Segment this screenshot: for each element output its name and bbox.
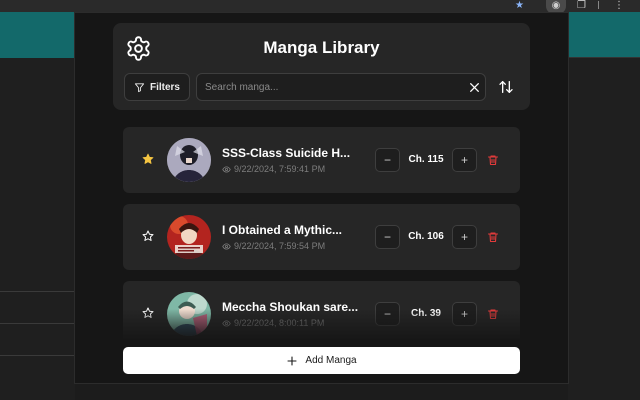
search-box (196, 73, 486, 101)
star-filled-icon (142, 153, 154, 164)
star-outline-icon (142, 230, 154, 241)
eye-icon (222, 243, 231, 250)
background-header-left (0, 12, 75, 58)
background-page-left (0, 58, 75, 400)
background-page-right (568, 58, 640, 400)
page-title: Manga Library (263, 38, 380, 57)
background-divider (0, 291, 75, 292)
manga-title: SSS-Class Suicide H... (222, 146, 351, 160)
sort-arrows-icon (499, 81, 513, 93)
trash-icon (487, 309, 499, 320)
favorite-button[interactable] (141, 229, 155, 243)
chapter-count: Ch. 39 (410, 308, 441, 319)
last-read-date: 9/22/2024, 7:59:41 PM (234, 164, 326, 174)
manga-cover (167, 292, 211, 336)
background-divider (0, 323, 75, 324)
background-header-right (568, 12, 640, 58)
more-icon[interactable]: ⋮ (614, 0, 624, 12)
favorite-button[interactable] (141, 306, 155, 320)
bookmark-star-icon[interactable]: ★ (515, 0, 524, 12)
browser-toolbar: ★ ◉ ❐ ⋮ (0, 0, 640, 14)
filters-button[interactable]: Filters (124, 73, 190, 101)
trash-icon (487, 155, 499, 166)
add-manga-button[interactable]: Add Manga (123, 347, 520, 374)
plus-icon (287, 355, 297, 366)
last-read-time: 9/22/2024, 7:59:41 PM (222, 164, 325, 175)
eye-icon (222, 166, 231, 173)
last-read-time: 9/22/2024, 8:00:11 PM (222, 318, 324, 329)
decrement-chapter-button[interactable]: − (375, 225, 400, 249)
manga-item[interactable]: Meccha Shoukan sare... 9/22/2024, 8:00:1… (123, 281, 520, 339)
last-read-date: 9/22/2024, 7:59:54 PM (234, 241, 326, 251)
increment-chapter-button[interactable]: + (452, 302, 477, 326)
delete-button[interactable] (485, 152, 501, 168)
background-divider (568, 57, 640, 58)
eye-icon (222, 320, 231, 327)
trash-icon (487, 232, 499, 243)
manga-library-popup: Manga Library Filters Search manga... SS… (74, 12, 569, 384)
search-input[interactable] (205, 74, 460, 100)
manga-title: I Obtained a Mythic... (222, 223, 343, 237)
last-read-time: 9/22/2024, 7:59:54 PM (222, 241, 325, 252)
manga-item[interactable]: SSS-Class Suicide H... 9/22/2024, 7:59:4… (123, 127, 520, 193)
clear-search-button[interactable] (465, 78, 483, 96)
add-manga-label: Add Manga (305, 355, 357, 366)
decrement-chapter-button[interactable]: − (375, 148, 400, 172)
decrement-chapter-button[interactable]: − (375, 302, 400, 326)
copy-icon[interactable]: ❐ (577, 0, 586, 12)
toolbar-divider (598, 1, 599, 9)
background-divider (0, 355, 75, 356)
manga-title: Meccha Shoukan sare... (222, 300, 359, 314)
manga-cover (167, 215, 211, 259)
increment-chapter-button[interactable]: + (452, 148, 477, 172)
chapter-count: Ch. 115 (408, 154, 444, 165)
sort-button[interactable] (495, 76, 517, 98)
chapter-count: Ch. 106 (408, 231, 444, 242)
manga-list[interactable]: SSS-Class Suicide H... 9/22/2024, 7:59:4… (123, 127, 520, 339)
last-read-date: 9/22/2024, 8:00:11 PM (234, 318, 325, 328)
increment-chapter-button[interactable]: + (452, 225, 477, 249)
favorite-button[interactable] (141, 152, 155, 166)
header-card: Manga Library Filters (113, 23, 530, 110)
manga-item[interactable]: I Obtained a Mythic... 9/22/2024, 7:59:5… (123, 204, 520, 270)
filter-icon (134, 82, 145, 92)
filters-label: Filters (149, 81, 180, 93)
delete-button[interactable] (485, 229, 501, 245)
delete-button[interactable] (485, 306, 501, 322)
manga-cover (167, 138, 211, 182)
star-outline-icon (142, 307, 154, 318)
close-icon (469, 82, 479, 92)
